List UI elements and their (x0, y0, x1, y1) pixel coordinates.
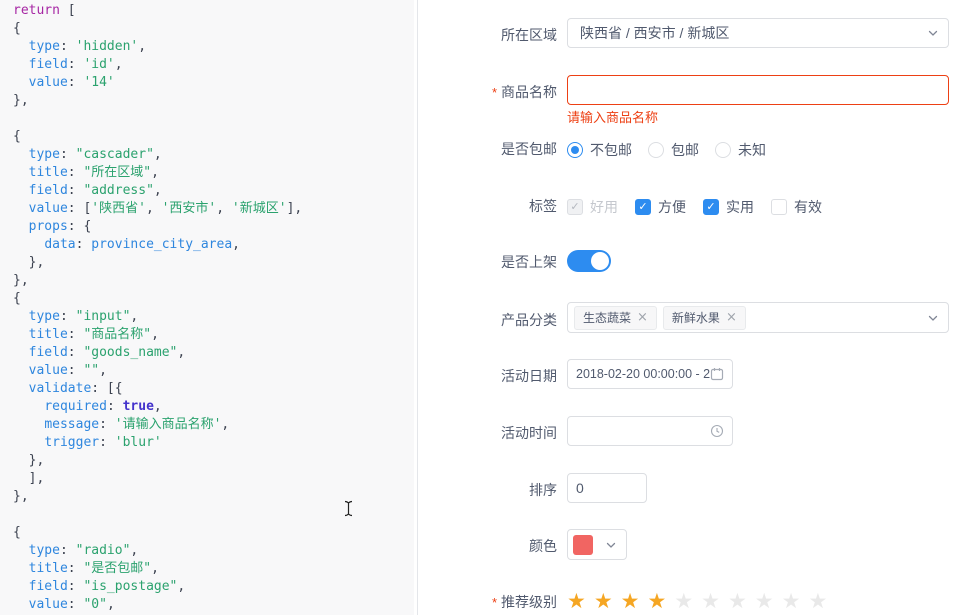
region-label: 所在区域 (418, 25, 557, 45)
is-on-sale-label: 是否上架 (418, 252, 557, 272)
time-label: 活动时间 (418, 423, 557, 443)
tag-remove-icon[interactable]: × (637, 310, 648, 325)
star-icon[interactable]: ★ (782, 590, 801, 612)
radio-circle-icon (715, 142, 731, 158)
radio-option-label: 未知 (738, 140, 766, 160)
chevron-down-icon (605, 539, 617, 551)
category-label: 产品分类 (418, 310, 557, 330)
category-tag-label: 新鲜水果 (672, 309, 720, 326)
tags-checkbox-group: ✓ 好用 ✓ 方便 ✓ 实用 有效 (567, 197, 839, 217)
required-asterisk: * (492, 85, 497, 100)
date-value: 2018-02-20 00:00:00 - 2 (568, 367, 732, 381)
radio-circle-icon (567, 142, 583, 158)
region-cascader[interactable]: 陕西省 / 西安市 / 新城区 (567, 18, 949, 48)
radio-option-label: 不包邮 (590, 140, 632, 160)
checkbox-icon: ✓ (567, 199, 583, 215)
checkbox-option-label: 方便 (658, 197, 686, 217)
text-cursor-icon (343, 500, 354, 517)
star-icon[interactable]: ★ (674, 590, 693, 612)
form-row-color: 颜色 (418, 529, 964, 560)
date-range-input[interactable]: 2018-02-20 00:00:00 - 2 (567, 359, 733, 389)
star-icon[interactable]: ★ (621, 590, 640, 612)
category-tags: 生态蔬菜 × 新鲜水果 × (568, 303, 746, 333)
is-postage-label: 是否包邮 (418, 139, 557, 159)
form-row-category: 产品分类 生态蔬菜 × 新鲜水果 × (418, 302, 964, 333)
on-sale-switch[interactable] (567, 250, 611, 272)
checkbox-option-label: 好用 (590, 197, 618, 217)
radio-option[interactable]: 不包邮 (567, 140, 632, 160)
category-tag-label: 生态蔬菜 (583, 309, 631, 326)
chevron-down-icon (927, 27, 939, 39)
form-row-region: 所在区域 陕西省 / 西安市 / 新城区 (418, 18, 964, 48)
goods-name-input[interactable] (567, 75, 949, 105)
radio-option[interactable]: 未知 (715, 140, 766, 160)
checkbox-option[interactable]: 有效 (771, 197, 822, 217)
checkbox-icon: ✓ (703, 199, 719, 215)
color-swatch (573, 535, 593, 555)
clock-icon (710, 424, 724, 438)
radio-circle-icon (648, 142, 664, 158)
goods-name-error: 请输入商品名称 (567, 111, 658, 125)
region-value: 陕西省 / 西安市 / 新城区 (568, 23, 948, 43)
switch-knob (591, 252, 609, 270)
calendar-icon (710, 367, 724, 381)
goods-name-label: *商品名称 (418, 82, 557, 103)
radio-option[interactable]: 包邮 (648, 140, 699, 160)
star-icon[interactable]: ★ (594, 590, 613, 612)
chevron-down-icon (927, 312, 939, 324)
screen: return [{ type: 'hidden', field: 'id', v… (0, 0, 964, 615)
category-multiselect[interactable]: 生态蔬菜 × 新鲜水果 × (567, 302, 949, 333)
star-icon[interactable]: ★ (567, 590, 586, 612)
tags-label: 标签 (418, 196, 557, 216)
checkbox-option-label: 实用 (726, 197, 754, 217)
code-editor-panel[interactable]: return [{ type: 'hidden', field: 'id', v… (0, 0, 414, 615)
rate-stars: ★ ★ ★ ★ ★ ★ ★ ★ ★ ★ (567, 590, 827, 612)
category-tag: 新鲜水果 × (663, 306, 746, 330)
form-panel: 所在区域 陕西省 / 西安市 / 新城区 *商品名称 请输入商品名称 是否包邮 … (418, 0, 964, 615)
sort-value: 0 (568, 480, 584, 496)
rate-label: *推荐级别 (418, 592, 557, 613)
code-content[interactable]: return [{ type: 'hidden', field: 'id', v… (0, 0, 414, 615)
required-asterisk: * (492, 595, 497, 610)
star-icon[interactable]: ★ (728, 590, 747, 612)
tag-remove-icon[interactable]: × (726, 310, 737, 325)
checkbox-option-label: 有效 (794, 197, 822, 217)
is-postage-radio-group: 不包邮 包邮 未知 (567, 140, 782, 160)
star-icon[interactable]: ★ (755, 590, 774, 612)
form-row-is-on-sale: 是否上架 (418, 250, 964, 272)
checkbox-option[interactable]: ✓ 方便 (635, 197, 686, 217)
checkbox-icon: ✓ (635, 199, 651, 215)
star-icon[interactable]: ★ (647, 590, 666, 612)
star-icon[interactable]: ★ (808, 590, 827, 612)
star-icon[interactable]: ★ (701, 590, 720, 612)
sort-label: 排序 (418, 480, 557, 500)
color-label: 颜色 (418, 536, 557, 556)
radio-option-label: 包邮 (671, 140, 699, 160)
color-picker[interactable] (567, 529, 627, 560)
date-label: 活动日期 (418, 366, 557, 386)
checkbox-option[interactable]: ✓ 实用 (703, 197, 754, 217)
sort-number-input[interactable]: 0 (567, 473, 647, 503)
time-input[interactable] (567, 416, 733, 446)
checkbox-icon (771, 199, 787, 215)
category-tag: 生态蔬菜 × (574, 306, 657, 330)
checkbox-option: ✓ 好用 (567, 197, 618, 217)
